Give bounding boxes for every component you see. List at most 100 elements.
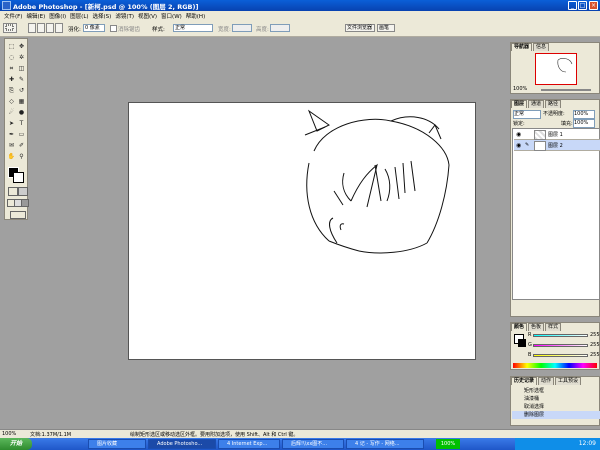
marquee-tool-icon[interactable]: ⬚ [7, 43, 16, 51]
pen-tool-icon[interactable]: ✒ [7, 131, 16, 139]
taskbar-item-photoshop[interactable]: Adobe Photosho... [148, 439, 216, 449]
eye-icon[interactable]: ◉ [516, 142, 521, 149]
path-select-icon[interactable]: ➤ [7, 120, 16, 128]
eraser-tool-icon[interactable]: ◇ [7, 98, 16, 106]
taskbar-item[interactable]: 4 Internet Exp... [218, 439, 280, 449]
crop-tool-icon[interactable]: ⌗ [7, 65, 16, 73]
tab-channels[interactable]: 通道 [528, 100, 545, 108]
minimize-button[interactable]: _ [568, 1, 577, 10]
layer-row-selected[interactable]: ◉ ✎ 图层 2 [514, 140, 600, 151]
taskbar-item[interactable]: 后辉!\\xx图不... [282, 439, 344, 449]
color-ramp[interactable] [513, 363, 597, 368]
gradient-tool-icon[interactable]: ▦ [17, 98, 26, 106]
menu-layer[interactable]: 图层(L) [70, 12, 88, 20]
channel-r-value[interactable]: 255 [590, 332, 600, 338]
tab-tool-presets[interactable]: 工具预设 [555, 377, 582, 385]
style-select[interactable]: 正常 [173, 24, 213, 32]
feather-input[interactable]: 0 像素 [83, 24, 105, 32]
tab-info[interactable]: 信息 [533, 43, 550, 51]
menu-window[interactable]: 窗口(W) [161, 12, 182, 20]
tab-layers[interactable]: 图层 [511, 100, 528, 108]
intersect-selection-button[interactable] [55, 23, 63, 33]
start-button[interactable]: 开始 [0, 438, 32, 450]
channel-g-value[interactable]: 255 [590, 342, 600, 348]
brush-tool-icon[interactable]: ✎ [17, 76, 26, 84]
move-tool-icon[interactable]: ✥ [17, 43, 26, 51]
healing-brush-icon[interactable]: ✚ [7, 76, 16, 84]
tab-color[interactable]: 颜色 [511, 323, 528, 331]
navigator-zoom-value[interactable]: 100% [513, 86, 527, 92]
feather-label: 羽化: [68, 27, 81, 33]
tab-actions[interactable]: 动作 [538, 377, 555, 385]
history-brush-icon[interactable]: ↺ [17, 87, 26, 95]
subtract-selection-button[interactable] [46, 23, 54, 33]
magic-wand-icon[interactable]: ✲ [17, 54, 26, 62]
clone-stamp-icon[interactable]: ⎘ [7, 87, 16, 95]
menu-filter[interactable]: 滤镜(T) [115, 12, 134, 20]
ime-indicator[interactable]: 100% [436, 439, 460, 449]
menu-image[interactable]: 图像(I) [49, 12, 66, 20]
navigator-thumbnail[interactable] [535, 53, 577, 85]
jump-to-imageready-icon[interactable] [10, 211, 26, 219]
menu-file[interactable]: 文件(F) [4, 12, 22, 20]
channel-g-slider[interactable] [533, 344, 588, 347]
layer-thumbnail [534, 141, 546, 151]
add-selection-button[interactable] [37, 23, 45, 33]
close-button[interactable]: × [589, 1, 598, 10]
channel-b-value[interactable]: 255 [590, 352, 600, 358]
dodge-tool-icon[interactable]: ● [17, 109, 26, 117]
tool-preset-picker[interactable] [3, 23, 17, 33]
photoshop-logo-icon [2, 1, 11, 10]
shape-tool-icon[interactable]: ▭ [17, 131, 26, 139]
width-input[interactable] [232, 24, 252, 32]
color-bg-swatch[interactable] [518, 339, 526, 347]
standard-mode-icon[interactable] [8, 187, 18, 196]
tab-paths[interactable]: 路径 [545, 100, 562, 108]
blur-tool-icon[interactable]: ☄ [7, 109, 16, 117]
tab-history[interactable]: 历史记录 [511, 377, 538, 385]
palette-well-brushes[interactable]: 画笔 [377, 24, 395, 32]
history-item[interactable]: 矩形选框 [512, 387, 600, 395]
eyedropper-icon[interactable]: ✐ [17, 142, 26, 150]
height-input[interactable] [270, 24, 290, 32]
channel-r-slider[interactable] [533, 334, 588, 337]
navigator-zoom-slider[interactable] [541, 89, 591, 91]
fill-input[interactable]: 100% [573, 119, 595, 128]
hand-tool-icon[interactable]: ✋ [7, 153, 16, 161]
slice-tool-icon[interactable]: ◫ [17, 65, 26, 73]
history-item[interactable]: 油漆桶 [512, 395, 600, 403]
eye-icon[interactable]: ◉ [516, 131, 521, 138]
taskbar-item[interactable]: 4 记 - 写作 - 网络... [346, 439, 424, 449]
channel-b-slider[interactable] [533, 354, 588, 357]
menu-edit[interactable]: 编辑(E) [26, 12, 45, 20]
tab-navigator[interactable]: 导航器 [511, 43, 533, 51]
maximize-button[interactable]: □ [578, 1, 587, 10]
layer-row[interactable]: ◉ 图层 1 [514, 129, 600, 140]
clock[interactable]: 12:09 [579, 440, 596, 447]
layer-name[interactable]: 图层 2 [548, 142, 563, 149]
type-tool-icon[interactable]: T [17, 120, 26, 128]
history-item[interactable]: 取消选择 [512, 403, 600, 411]
status-zoom[interactable]: 100% [2, 431, 16, 437]
notes-tool-icon[interactable]: ✉ [7, 142, 16, 150]
background-color-swatch[interactable] [13, 172, 24, 183]
zoom-tool-icon[interactable]: ⚲ [17, 153, 26, 161]
quickmask-mode-icon[interactable] [18, 187, 28, 196]
antialias-checkbox[interactable] [110, 25, 117, 32]
menu-select[interactable]: 选择(S) [93, 12, 112, 20]
new-selection-button[interactable] [28, 23, 36, 33]
menu-help[interactable]: 帮助(H) [186, 12, 205, 20]
opacity-input[interactable]: 100% [573, 110, 595, 119]
options-bar: 羽化: 0 像素 消除锯齿 样式: 正常 宽度: 高度: 文件浏览器 画笔 [0, 21, 600, 37]
blend-mode-select[interactable]: 正常 [513, 110, 541, 119]
menu-view[interactable]: 视图(V) [138, 12, 157, 20]
tab-styles[interactable]: 样式 [545, 323, 562, 331]
layer-name[interactable]: 图层 1 [548, 131, 563, 138]
taskbar-item[interactable]: 图片收藏 [88, 439, 146, 449]
document-canvas[interactable] [128, 102, 476, 360]
screen-mode-full-icon[interactable] [21, 199, 29, 207]
lasso-tool-icon[interactable]: ◌ [7, 54, 16, 62]
palette-well-file-browser[interactable]: 文件浏览器 [345, 24, 375, 32]
history-item-current[interactable]: 删除图层 [512, 411, 600, 419]
tab-swatches[interactable]: 色板 [528, 323, 545, 331]
